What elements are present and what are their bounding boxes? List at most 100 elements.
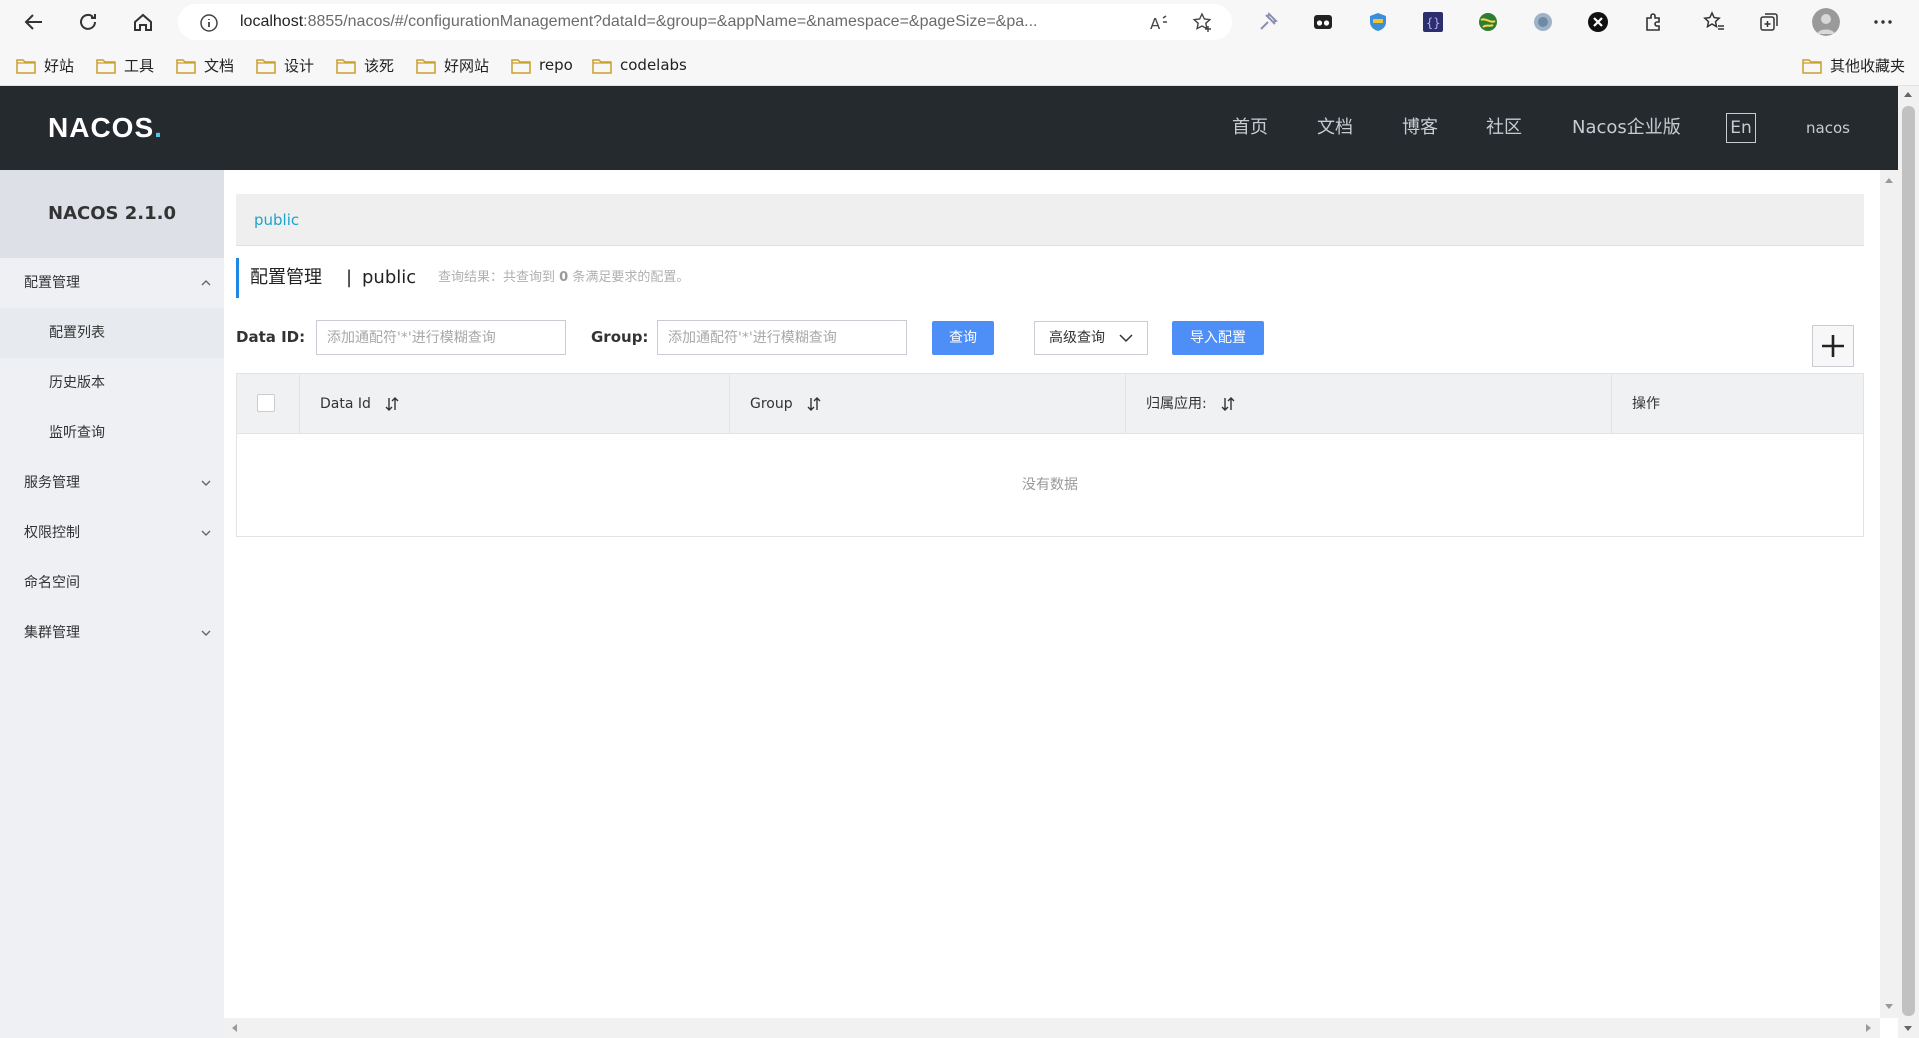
- more-options-icon[interactable]: [1871, 10, 1895, 34]
- sidebar-item-label: 集群管理: [24, 625, 80, 641]
- extension-globe-icon[interactable]: [1476, 10, 1500, 34]
- sidebar: NACOS 2.1.0 配置管理 配置列表 历史版本 监听查询 服务管理 权限控…: [0, 170, 224, 1038]
- bookmark-label: 好站: [44, 56, 75, 75]
- page-vertical-scrollbar[interactable]: [1898, 86, 1919, 1038]
- read-aloud-icon[interactable]: A: [1148, 12, 1170, 34]
- content-vertical-scrollbar[interactable]: [1880, 170, 1898, 1018]
- sidebar-item-namespace[interactable]: 命名空间: [0, 558, 224, 608]
- extension-circle-icon[interactable]: [1531, 10, 1555, 34]
- scroll-up-arrow-icon[interactable]: [1904, 92, 1912, 97]
- sort-icon[interactable]: [385, 396, 399, 412]
- home-button[interactable]: [127, 6, 159, 38]
- nav-enterprise[interactable]: Nacos企业版: [1572, 86, 1681, 170]
- bookmark-folder[interactable]: 该死: [336, 53, 394, 77]
- scroll-right-arrow-icon[interactable]: [1866, 1024, 1871, 1032]
- logo-text: NACOS: [48, 112, 155, 143]
- query-result-text: 查询结果：共查询到 0 条满足要求的配置。: [438, 258, 689, 298]
- nav-docs[interactable]: 文档: [1317, 86, 1353, 170]
- bookmark-folder[interactable]: 好站: [16, 53, 74, 77]
- address-bar[interactable]: localhost:8855/nacos/#/configurationMana…: [178, 4, 1232, 40]
- bookmark-folder[interactable]: 文档: [176, 53, 234, 77]
- sidebar-item-listener-query[interactable]: 监听查询: [0, 408, 224, 458]
- table-header: Data Id Group 归属应用: 操作: [237, 374, 1863, 434]
- select-all-checkbox[interactable]: [257, 394, 275, 412]
- bookmark-folder[interactable]: 工具: [96, 53, 154, 77]
- back-arrow-icon: [24, 14, 42, 30]
- add-config-button[interactable]: [1812, 325, 1854, 367]
- address-url[interactable]: localhost:8855/nacos/#/configurationMana…: [240, 4, 1150, 40]
- data-id-input[interactable]: [316, 320, 566, 355]
- user-name[interactable]: nacos: [1806, 86, 1850, 170]
- bookmark-label: 其他收藏夹: [1830, 56, 1906, 75]
- nav-community[interactable]: 社区: [1486, 86, 1522, 170]
- extension-shield-icon[interactable]: [1366, 10, 1390, 34]
- advanced-query-button[interactable]: 高级查询: [1034, 321, 1148, 355]
- bookmark-folder[interactable]: codelabs: [592, 53, 687, 77]
- sidebar-item-cluster-management[interactable]: 集群管理: [0, 608, 224, 658]
- other-bookmarks-folder[interactable]: 其他收藏夹: [1802, 53, 1905, 77]
- extension-braces-icon[interactable]: {}: [1421, 10, 1445, 34]
- collections-icon[interactable]: [1757, 10, 1781, 34]
- sidebar-item-service-management[interactable]: 服务管理: [0, 458, 224, 508]
- bookmark-label: 该死: [364, 56, 395, 75]
- refresh-button[interactable]: [72, 6, 104, 38]
- search-button[interactable]: 查询: [932, 321, 994, 355]
- import-config-button[interactable]: 导入配置: [1172, 321, 1264, 355]
- logo-dot: .: [154, 112, 163, 143]
- sidebar-item-label: 配置列表: [49, 325, 105, 341]
- info-icon[interactable]: [200, 14, 218, 32]
- main-content: public 配置管理 | public 查询结果：共查询到 0 条满足要求的配…: [224, 170, 1880, 1018]
- sidebar-item-label: 权限控制: [24, 525, 80, 541]
- table-empty-text: 没有数据: [1022, 477, 1078, 493]
- chevron-down-icon: [201, 480, 211, 486]
- sidebar-item-history[interactable]: 历史版本: [0, 358, 224, 408]
- back-button[interactable]: [18, 6, 50, 38]
- sort-icon[interactable]: [807, 396, 821, 412]
- folder-icon: [176, 58, 196, 74]
- query-result-suffix: 条满足要求的配置。: [572, 270, 690, 285]
- nacos-logo[interactable]: NACOS.: [48, 112, 163, 144]
- scroll-down-arrow-icon[interactable]: [1904, 1026, 1912, 1031]
- bookmark-folder[interactable]: 好网站: [416, 53, 489, 77]
- folder-icon: [336, 58, 356, 74]
- column-app-name[interactable]: 归属应用:: [1125, 374, 1611, 434]
- folder-icon: [416, 58, 436, 74]
- group-input[interactable]: [657, 320, 907, 355]
- folder-icon: [256, 58, 276, 74]
- namespace-link-public[interactable]: public: [254, 194, 299, 246]
- sidebar-item-label: 命名空间: [24, 575, 80, 591]
- nav-home[interactable]: 首页: [1232, 86, 1268, 170]
- add-favorite-icon[interactable]: [1192, 12, 1214, 34]
- nav-blog[interactable]: 博客: [1402, 86, 1438, 170]
- column-data-id[interactable]: Data Id: [299, 374, 729, 434]
- sort-icon[interactable]: [1221, 396, 1235, 412]
- column-label: 操作: [1632, 396, 1660, 412]
- scroll-up-arrow-icon[interactable]: [1885, 178, 1893, 183]
- favorites-icon[interactable]: [1702, 10, 1726, 34]
- bookmark-folder[interactable]: repo: [511, 53, 573, 77]
- folder-icon: [1802, 58, 1822, 74]
- extensions-puzzle-icon[interactable]: [1641, 10, 1665, 34]
- namespace-bar: public: [236, 194, 1864, 246]
- query-result-count: 0: [559, 270, 569, 285]
- app-header: NACOS. 首页 文档 博客 社区 Nacos企业版: [0, 86, 1898, 170]
- sidebar-item-config-list[interactable]: 配置列表: [0, 308, 224, 358]
- folder-icon: [96, 58, 116, 74]
- extension-close-circle-icon[interactable]: [1586, 10, 1610, 34]
- scroll-down-arrow-icon[interactable]: [1885, 1004, 1893, 1009]
- language-switch-button[interactable]: En: [1726, 113, 1756, 143]
- bookmark-label: 工具: [124, 56, 155, 75]
- sidebar-item-config-management[interactable]: 配置管理: [0, 258, 224, 308]
- extension-glasses-icon[interactable]: [1311, 10, 1335, 34]
- scroll-left-arrow-icon[interactable]: [232, 1024, 237, 1032]
- scrollbar-thumb[interactable]: [1902, 106, 1915, 1016]
- column-label: 归属应用:: [1146, 396, 1207, 412]
- title-namespace: public: [362, 267, 417, 288]
- sidebar-item-access-control[interactable]: 权限控制: [0, 508, 224, 558]
- column-group[interactable]: Group: [729, 374, 1125, 434]
- extension-pin-icon[interactable]: [1256, 10, 1280, 34]
- profile-avatar[interactable]: [1812, 8, 1840, 36]
- content-horizontal-scrollbar[interactable]: [224, 1018, 1880, 1038]
- bookmark-folder[interactable]: 设计: [256, 53, 314, 77]
- sidebar-item-label: 服务管理: [24, 475, 80, 491]
